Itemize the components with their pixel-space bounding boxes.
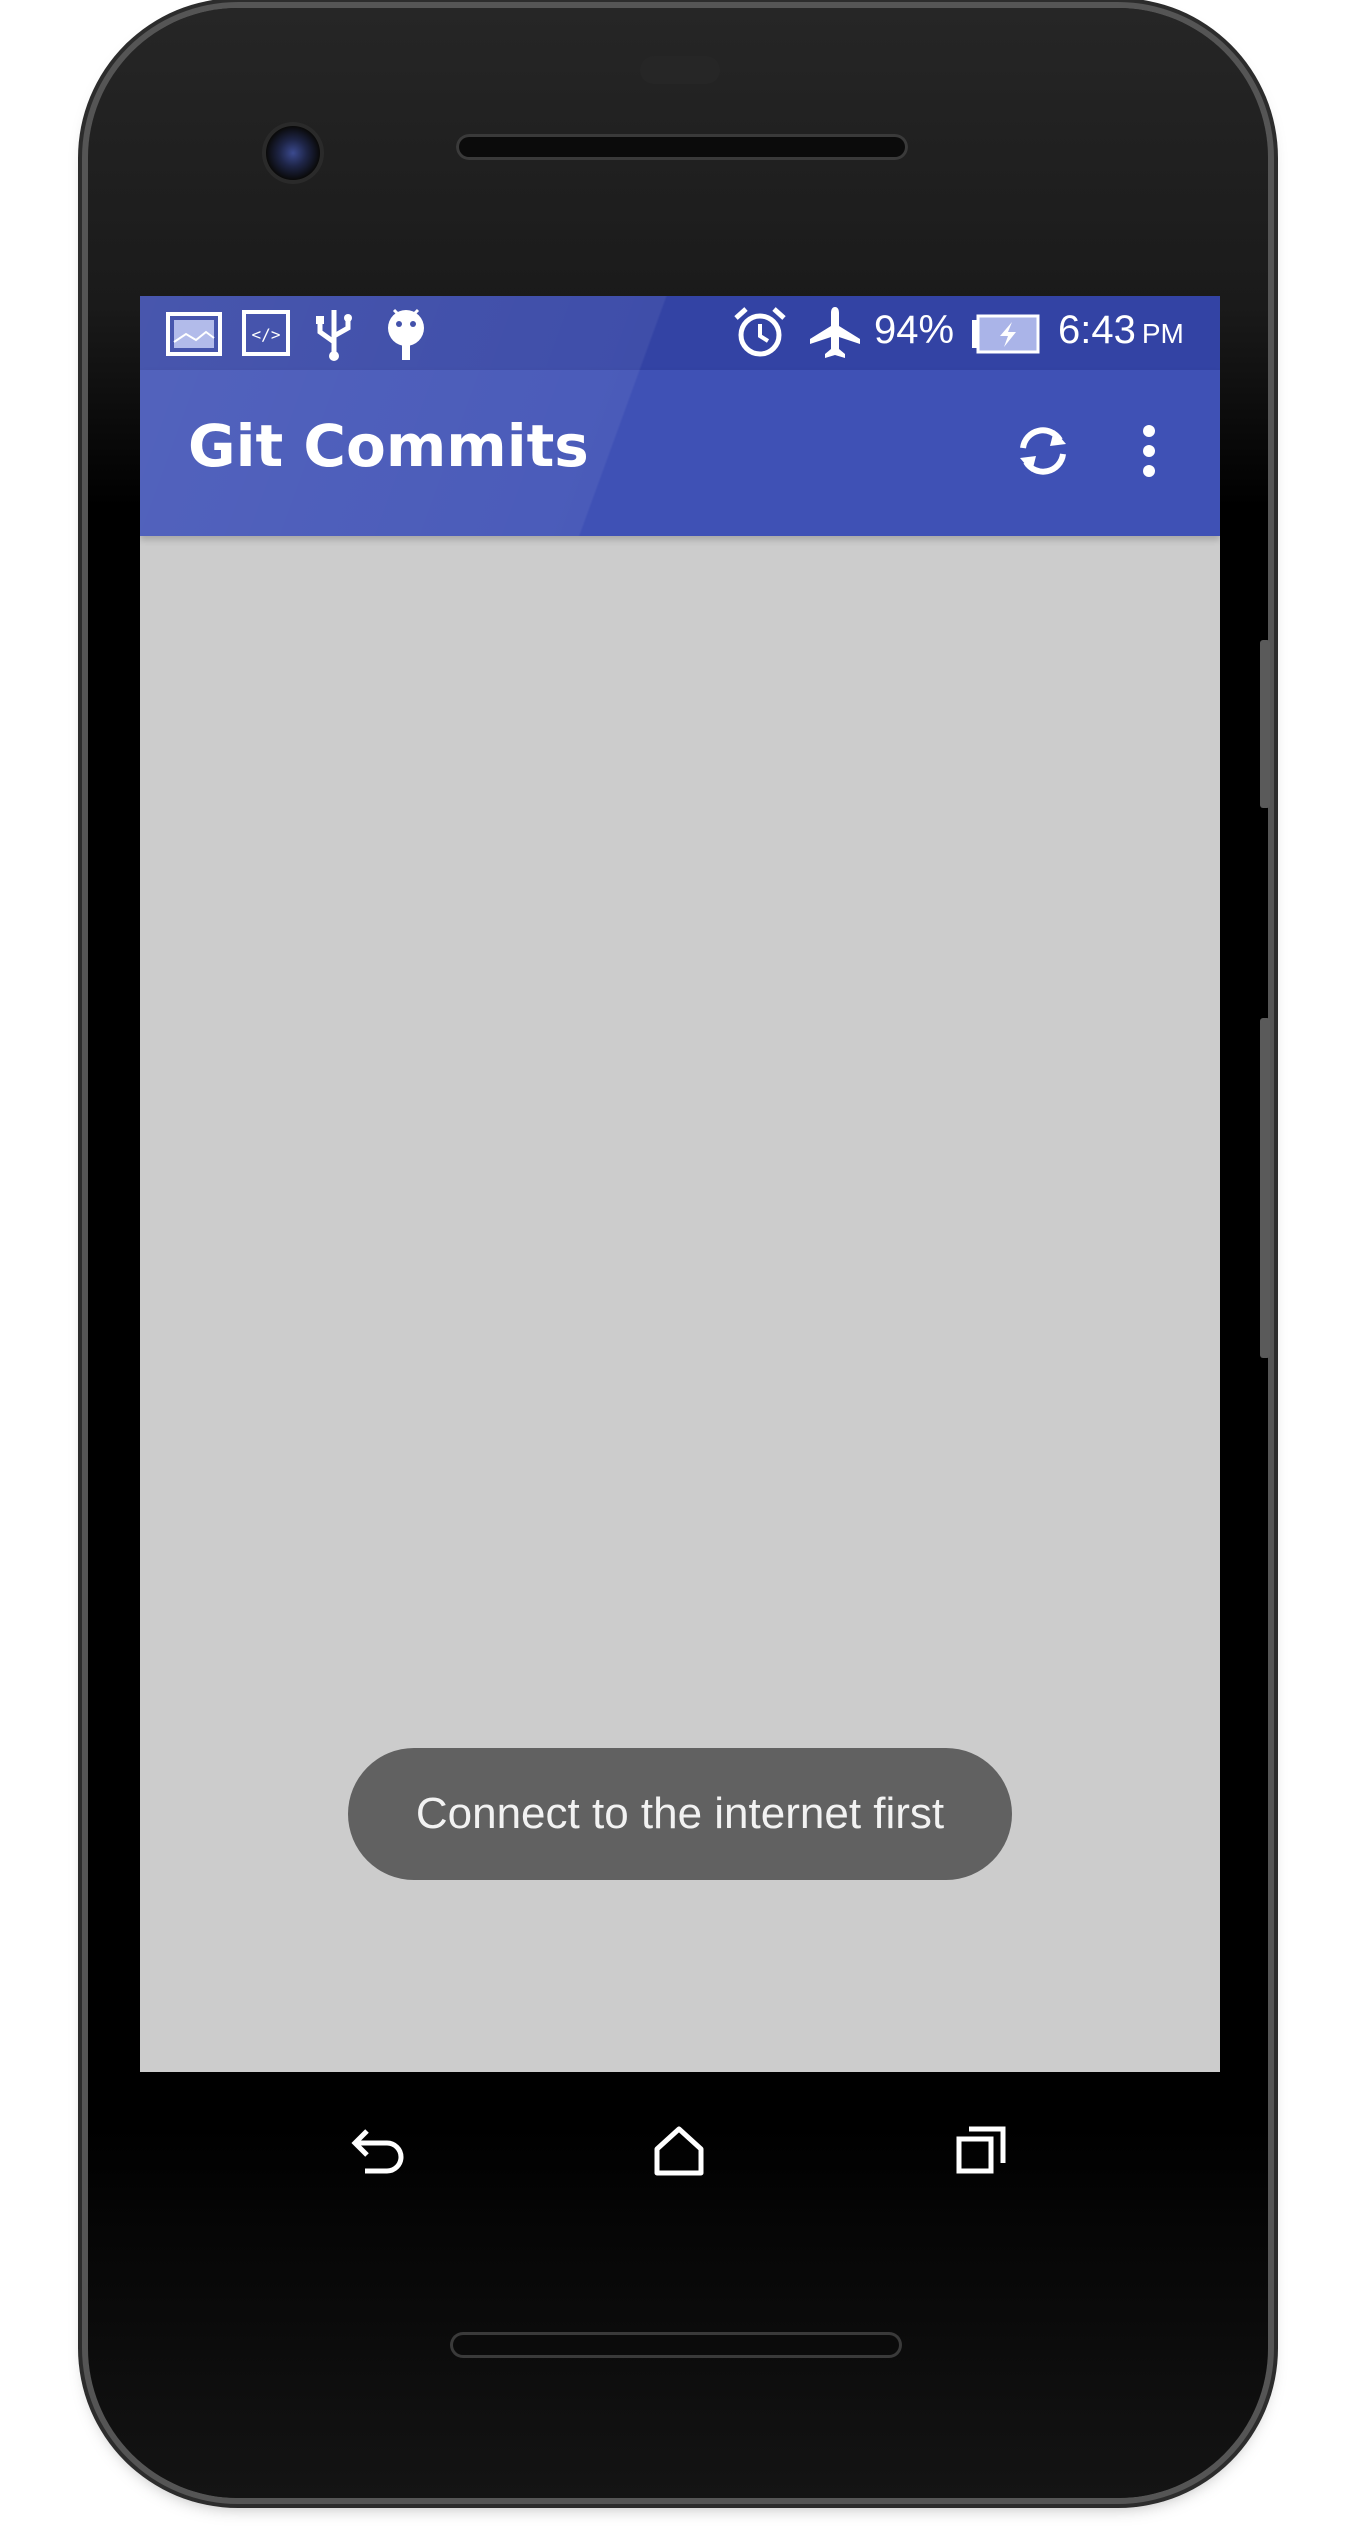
home-icon [651, 2123, 707, 2183]
refresh-button[interactable] [1000, 410, 1086, 496]
svg-text:</>: </> [252, 325, 281, 344]
refresh-icon [1010, 418, 1076, 488]
airplane-mode-icon [806, 304, 864, 366]
status-time: 6:43 PM [1058, 308, 1184, 353]
home-button[interactable] [634, 2108, 724, 2198]
back-button[interactable] [334, 2108, 424, 2198]
app-title: Git Commits [188, 412, 589, 480]
volume-button [1260, 1018, 1270, 1358]
app-bar: Git Commits [140, 370, 1220, 536]
back-icon [349, 2123, 409, 2183]
battery-charging-icon [970, 314, 1042, 358]
android-icon [384, 304, 428, 368]
code-icon: </> [242, 310, 290, 360]
bottom-speaker [450, 2332, 902, 2358]
battery-percent: 94% [874, 308, 955, 352]
alarm-icon [732, 304, 788, 364]
power-button [1260, 640, 1270, 808]
overflow-menu-button[interactable] [1106, 410, 1192, 496]
gallery-icon [166, 312, 222, 360]
usb-icon [312, 306, 356, 366]
toast-text: Connect to the internet first [415, 1789, 945, 1838]
status-time-suffix: PM [1141, 318, 1184, 349]
earpiece-speaker [456, 134, 908, 160]
recents-icon [953, 2123, 1009, 2183]
proximity-sensor [640, 56, 720, 84]
status-time-value: 6:43 [1058, 308, 1136, 352]
recents-button[interactable] [936, 2108, 1026, 2198]
front-camera [266, 126, 320, 180]
status-bar: </> 94% 6:43 PM [140, 296, 1220, 370]
overflow-menu-icon [1139, 421, 1159, 485]
screen: </> 94% 6:43 PM Git Commits Connect to t… [140, 296, 1220, 2072]
toast-message: Connect to the internet first [348, 1748, 1012, 1880]
